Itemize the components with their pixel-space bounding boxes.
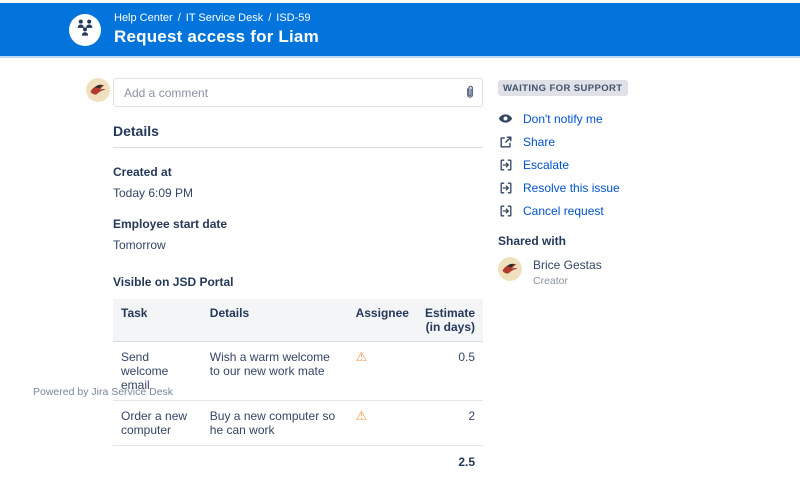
breadcrumb-separator: / — [268, 12, 271, 24]
action-label[interactable]: Don't notify me — [523, 112, 603, 126]
field-label-created-at: Created at — [113, 165, 483, 179]
field-value-created-at: Today 6:09 PM — [113, 186, 483, 200]
person-meta: Brice Gestas Creator — [533, 257, 602, 287]
main-content: Details Created at Today 6:09 PM Employe… — [0, 58, 800, 477]
shared-with-heading: Shared with — [498, 234, 670, 248]
page-title: Request access for Liam — [114, 27, 319, 47]
current-user-avatar — [86, 78, 110, 102]
portal-table-label: Visible on JSD Portal — [113, 275, 483, 289]
total-spacer — [113, 446, 417, 477]
transition-icon — [498, 204, 513, 218]
header-bar: Help Center / IT Service Desk / ISD-59 Reque… — [0, 3, 800, 58]
sidebar: WAITING FOR SUPPORT Don't notify me — [498, 78, 670, 477]
action-label[interactable]: Escalate — [523, 158, 569, 172]
column-header-estimate: Estimate (in days) — [417, 299, 483, 342]
estimate-cell: 2 — [417, 401, 483, 446]
header-text-block: Help Center / IT Service Desk / ISD-59 Reque… — [114, 12, 319, 47]
column-header-task: Task — [113, 299, 202, 342]
person-avatar — [498, 257, 522, 281]
warning-icon: ⚠ — [356, 349, 368, 364]
request-type-avatar — [69, 14, 101, 46]
details-cell: Wish a warm welcome to our new work mate — [202, 342, 348, 401]
person-name: Brice Gestas — [533, 258, 602, 272]
person-role: Creator — [533, 275, 602, 287]
estimate-cell: 0.5 — [417, 342, 483, 401]
assignee-cell: ⚠ — [348, 401, 417, 446]
field-label-start-date: Employee start date — [113, 217, 483, 231]
details-section: Details Created at Today 6:09 PM Employe… — [113, 123, 483, 477]
assignee-cell: ⚠ — [348, 342, 417, 401]
warning-icon: ⚠ — [356, 408, 368, 423]
details-cell: Buy a new computer so he can work — [202, 401, 348, 446]
breadcrumb: Help Center / IT Service Desk / ISD-59 — [114, 12, 319, 24]
estimate-total: 2.5 — [417, 446, 483, 477]
breadcrumb-service-desk[interactable]: IT Service Desk — [186, 12, 263, 24]
action-label[interactable]: Share — [523, 135, 555, 149]
table-total-row: 2.5 — [113, 446, 483, 477]
action-escalate[interactable]: Escalate — [498, 156, 670, 173]
field-value-start-date: Tomorrow — [113, 238, 483, 252]
action-resolve-issue[interactable]: Resolve this issue — [498, 179, 670, 196]
share-icon — [498, 135, 513, 149]
breadcrumb-separator: / — [178, 12, 181, 24]
transition-icon — [498, 181, 513, 195]
transition-icon — [498, 158, 513, 172]
comment-input[interactable] — [113, 78, 483, 107]
action-label[interactable]: Cancel request — [523, 204, 604, 218]
task-cell: Order a new computer — [113, 401, 202, 446]
issue-column: Details Created at Today 6:09 PM Employe… — [86, 78, 483, 477]
people-org-icon — [75, 17, 95, 42]
action-cancel-request[interactable]: Cancel request — [498, 202, 670, 219]
table-row: Order a new computer Buy a new computer … — [113, 401, 483, 446]
eye-icon — [498, 111, 513, 126]
action-share[interactable]: Share — [498, 133, 670, 150]
shared-person: Brice Gestas Creator — [498, 257, 670, 287]
action-label[interactable]: Resolve this issue — [523, 181, 620, 195]
breadcrumb-issue-key[interactable]: ISD-59 — [276, 12, 310, 24]
column-header-assignee: Assignee — [348, 299, 417, 342]
action-list: Don't notify me Share — [498, 110, 670, 219]
action-dont-notify-me[interactable]: Don't notify me — [498, 110, 670, 127]
powered-by-footer: Powered by Jira Service Desk — [33, 386, 173, 398]
column-header-details: Details — [202, 299, 348, 342]
comment-row — [86, 78, 483, 107]
breadcrumb-help-center[interactable]: Help Center — [114, 12, 173, 24]
status-badge: WAITING FOR SUPPORT — [498, 80, 628, 96]
attachment-paperclip-icon[interactable] — [464, 85, 475, 105]
comment-box — [113, 78, 483, 107]
details-heading: Details — [113, 123, 483, 148]
table-header-row: Task Details Assignee Estimate (in days) — [113, 299, 483, 342]
